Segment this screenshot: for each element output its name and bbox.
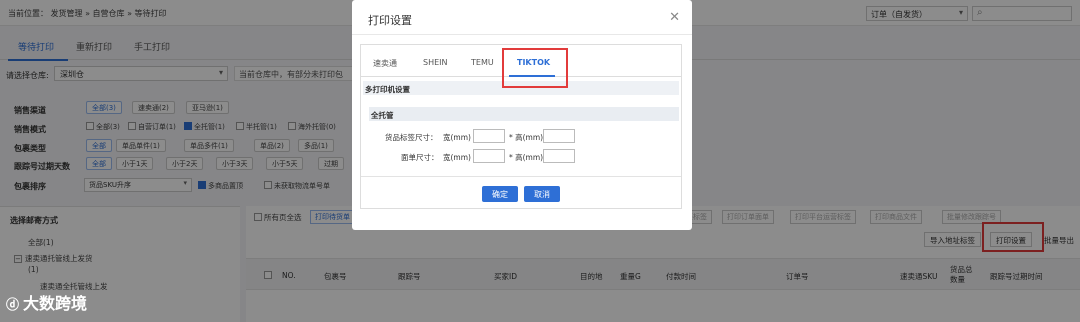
waybill-width-label: 宽(mm) [443,153,471,162]
product-label-size-label: 货品标签尺寸： [385,133,438,142]
tab-temu[interactable]: TEMU [471,58,494,67]
waybill-height-input[interactable] [543,149,575,163]
tab-shein[interactable]: SHEIN [423,58,448,67]
cancel-button[interactable]: 取消 [524,186,560,202]
waybill-size-label: 面单尺寸： [401,153,439,162]
close-icon[interactable]: ✕ [669,10,680,25]
dialog-divider [352,34,692,35]
brand-logo-icon: ⓓ [6,298,20,313]
product-height-label: * 高(mm) [509,133,544,142]
dialog-footer-divider [361,176,681,177]
product-width-input[interactable] [473,129,505,143]
waybill-height-label: * 高(mm) [509,153,544,162]
confirm-button[interactable]: 确定 [482,186,518,202]
product-height-input[interactable] [543,129,575,143]
tab-aliexpress[interactable]: 速卖通 [373,58,397,69]
watermark: ⓓ 大数跨境 [6,294,88,313]
section-full-managed: 全托管 [369,107,679,121]
waybill-width-input[interactable] [473,149,505,163]
print-settings-dialog: 打印设置 ✕ 速卖通 SHEIN TEMU TIKTOK 多打印机设置 全托管 … [352,0,692,230]
dialog-title: 打印设置 [368,14,412,27]
tiktok-tab-highlight [502,48,568,88]
product-width-label: 宽(mm) [443,133,471,142]
